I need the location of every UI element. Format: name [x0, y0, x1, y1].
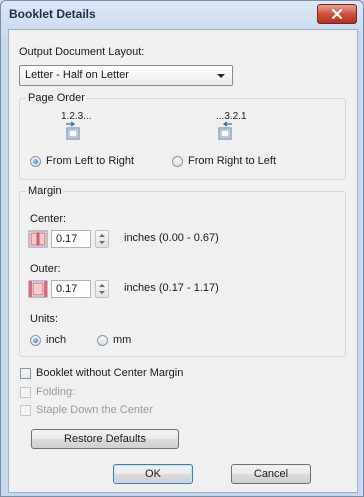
folding-label: Folding: — [36, 386, 76, 398]
pages-right-to-left-icon — [218, 121, 232, 140]
without-center-margin-label[interactable]: Booklet without Center Margin — [36, 367, 183, 379]
unit-mm-label[interactable]: mm — [113, 334, 131, 346]
close-button[interactable] — [317, 4, 357, 24]
title-bar: Booklet Details — [1, 1, 363, 27]
center-margin-spinner[interactable] — [95, 230, 109, 248]
pages-left-to-right-icon — [66, 121, 80, 140]
spin-down-icon — [99, 241, 105, 244]
units-label: Units: — [30, 313, 59, 325]
margin-legend: Margin — [28, 185, 62, 197]
center-margin-range: inches (0.00 - 0.67) — [124, 232, 219, 244]
outer-margin-label: Outer: — [30, 263, 61, 275]
order-left-to-right-radio[interactable] — [30, 156, 41, 167]
order-left-to-right-label[interactable]: From Left to Right — [46, 155, 134, 167]
order-right-to-left-radio[interactable] — [172, 156, 183, 167]
layout-dropdown[interactable]: Letter - Half on Letter — [19, 65, 233, 86]
outer-margin-input[interactable]: 0.17 — [51, 280, 91, 298]
unit-inch-radio[interactable] — [30, 335, 41, 346]
restore-defaults-button[interactable]: Restore Defaults — [31, 429, 179, 449]
margin-group: Margin — [19, 185, 346, 357]
center-margin-icon — [28, 230, 48, 248]
chevron-down-icon — [217, 74, 225, 78]
page-order-legend: Page Order — [28, 92, 85, 104]
center-margin-label: Center: — [30, 213, 67, 225]
spin-up-icon — [99, 284, 105, 287]
unit-mm-radio[interactable] — [97, 335, 108, 346]
center-margin-input[interactable]: 0.17 — [51, 230, 91, 248]
spin-up-icon — [99, 234, 105, 237]
unit-inch-label[interactable]: inch — [46, 334, 66, 346]
window-title: Booklet Details — [9, 7, 96, 21]
layout-label: Output Document Layout: — [19, 46, 145, 58]
staple-center-checkbox[interactable] — [20, 405, 31, 416]
folding-checkbox[interactable] — [20, 387, 31, 398]
close-icon — [332, 9, 342, 19]
layout-selected-value: Letter - Half on Letter — [25, 69, 129, 81]
booklet-details-dialog: Booklet Details Output Document Layout: … — [0, 0, 364, 497]
staple-center-label: Staple Down the Center — [36, 404, 153, 416]
without-center-margin-checkbox[interactable] — [20, 368, 31, 379]
order-right-to-left-label[interactable]: From Right to Left — [188, 155, 276, 167]
dialog-body: Output Document Layout: Letter - Half on… — [8, 29, 358, 493]
outer-margin-icon — [28, 280, 48, 298]
outer-margin-spinner[interactable] — [95, 280, 109, 298]
cancel-button[interactable]: Cancel — [231, 464, 311, 484]
ok-button[interactable]: OK — [113, 464, 193, 484]
outer-margin-range: inches (0.17 - 1.17) — [124, 282, 219, 294]
spin-down-icon — [99, 291, 105, 294]
